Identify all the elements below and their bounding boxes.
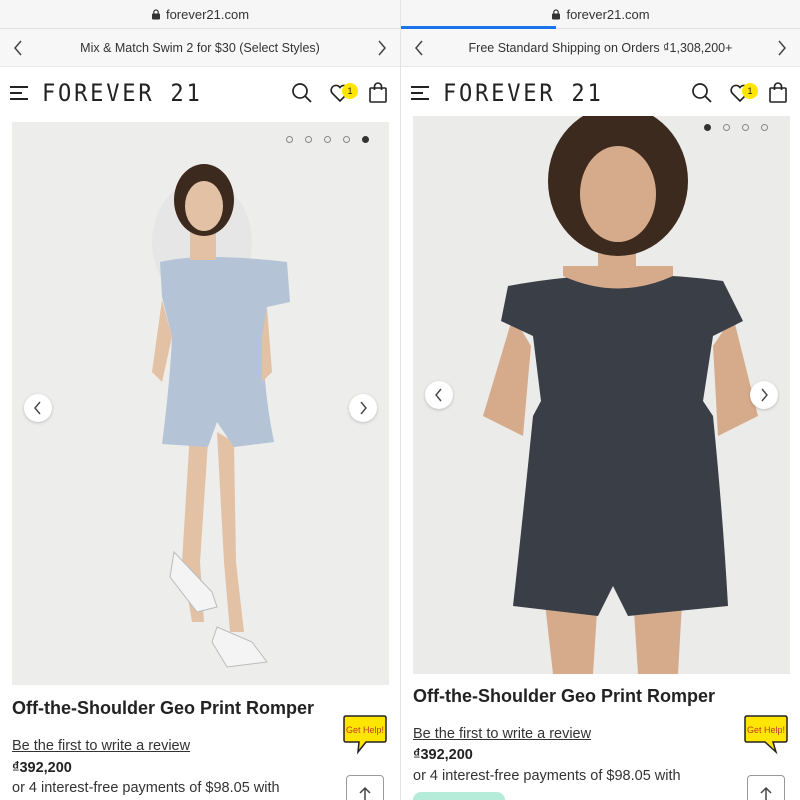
get-help-label: Get Help! (346, 725, 384, 735)
gallery-dot-active[interactable] (362, 136, 369, 143)
previous-image-button[interactable] (24, 394, 52, 422)
gallery-dots (704, 124, 768, 131)
product-title: Off-the-Shoulder Geo Print Romper (413, 686, 716, 706)
chat-bubble-icon: Get Help! (343, 715, 387, 755)
chat-bubble-icon: Get Help! (744, 715, 788, 755)
wishlist-count-badge: 1 (342, 83, 358, 99)
heart-icon[interactable]: 1 (328, 81, 358, 105)
brand-logo[interactable]: FOREVER 21 (443, 79, 604, 107)
heart-icon[interactable]: 1 (728, 81, 758, 105)
payment-provider-button[interactable] (413, 792, 505, 800)
search-icon[interactable] (290, 81, 314, 105)
gallery-dot[interactable] (761, 124, 768, 131)
gallery-dots (286, 136, 369, 143)
brand-logo[interactable]: FOREVER 21 (42, 79, 203, 107)
gallery-dot[interactable] (286, 136, 293, 143)
lock-icon (552, 8, 561, 19)
gallery-dot[interactable] (305, 136, 312, 143)
product-photo (413, 116, 790, 674)
chevron-left-icon (435, 388, 442, 402)
search-icon[interactable] (690, 81, 714, 105)
site-header: FOREVER 21 1 (401, 67, 800, 119)
hamburger-menu-icon[interactable] (10, 86, 28, 100)
chevron-right-icon (360, 401, 367, 415)
chevron-right-icon (761, 388, 768, 402)
page-loading-bar (401, 26, 556, 29)
product-title: Off-the-Shoulder Geo Print Romper (12, 698, 315, 718)
product-price: ₫392,200 (413, 747, 473, 763)
installment-text: or 4 interest-free payments of $98.05 wi… (413, 768, 681, 784)
next-image-button[interactable] (349, 394, 377, 422)
product-image-gallery[interactable] (12, 122, 389, 685)
gallery-dot[interactable] (324, 136, 331, 143)
chevron-right-icon[interactable] (774, 39, 790, 57)
promo-banner: Mix & Match Swim 2 for $30 (Select Style… (0, 29, 400, 67)
shopping-bag-icon[interactable] (766, 81, 790, 105)
get-help-label: Get Help! (747, 725, 785, 735)
shopping-bag-icon[interactable] (366, 81, 390, 105)
write-review-link[interactable]: Be the first to write a review (12, 738, 190, 754)
wishlist-count-badge: 1 (742, 83, 758, 99)
gallery-dot[interactable] (343, 136, 350, 143)
previous-image-button[interactable] (425, 381, 453, 409)
url-text: forever21.com (165, 6, 250, 22)
product-price: ₫392,200 (12, 760, 72, 776)
installment-text: or 4 interest-free payments of $98.05 wi… (12, 780, 280, 796)
left-screenshot-pane: forever21.com Mix & Match Swim 2 for $30… (0, 0, 400, 800)
next-image-button[interactable] (750, 381, 778, 409)
arrow-up-icon (359, 786, 371, 800)
product-image-gallery[interactable] (413, 116, 790, 674)
gallery-dot-active[interactable] (704, 124, 711, 131)
chevron-left-icon[interactable] (411, 39, 427, 57)
site-header: FOREVER 21 1 (0, 67, 400, 119)
promo-message[interactable]: Free Standard Shipping on Orders ₫1,308,… (427, 41, 774, 55)
gallery-dot[interactable] (723, 124, 730, 131)
arrow-up-icon (760, 786, 772, 800)
hamburger-menu-icon[interactable] (411, 86, 429, 100)
write-review-link[interactable]: Be the first to write a review (413, 726, 591, 742)
promo-banner: Free Standard Shipping on Orders ₫1,308,… (401, 29, 800, 67)
get-help-button[interactable]: Get Help! (743, 712, 789, 755)
chevron-left-icon[interactable] (10, 39, 26, 57)
chevron-right-icon[interactable] (374, 39, 390, 57)
url-text: forever21.com (566, 6, 650, 22)
right-screenshot-pane: forever21.com Free Standard Shipping on … (400, 0, 800, 800)
back-to-top-button[interactable] (346, 775, 384, 800)
lock-icon (151, 8, 160, 19)
promo-message[interactable]: Mix & Match Swim 2 for $30 (Select Style… (26, 41, 374, 55)
gallery-dot[interactable] (742, 124, 749, 131)
url-bar[interactable]: forever21.com (401, 0, 800, 29)
back-to-top-button[interactable] (747, 775, 785, 800)
get-help-button[interactable]: Get Help! (342, 712, 388, 755)
chevron-left-icon (34, 401, 41, 415)
product-photo (12, 122, 389, 685)
url-bar[interactable]: forever21.com (0, 0, 400, 29)
